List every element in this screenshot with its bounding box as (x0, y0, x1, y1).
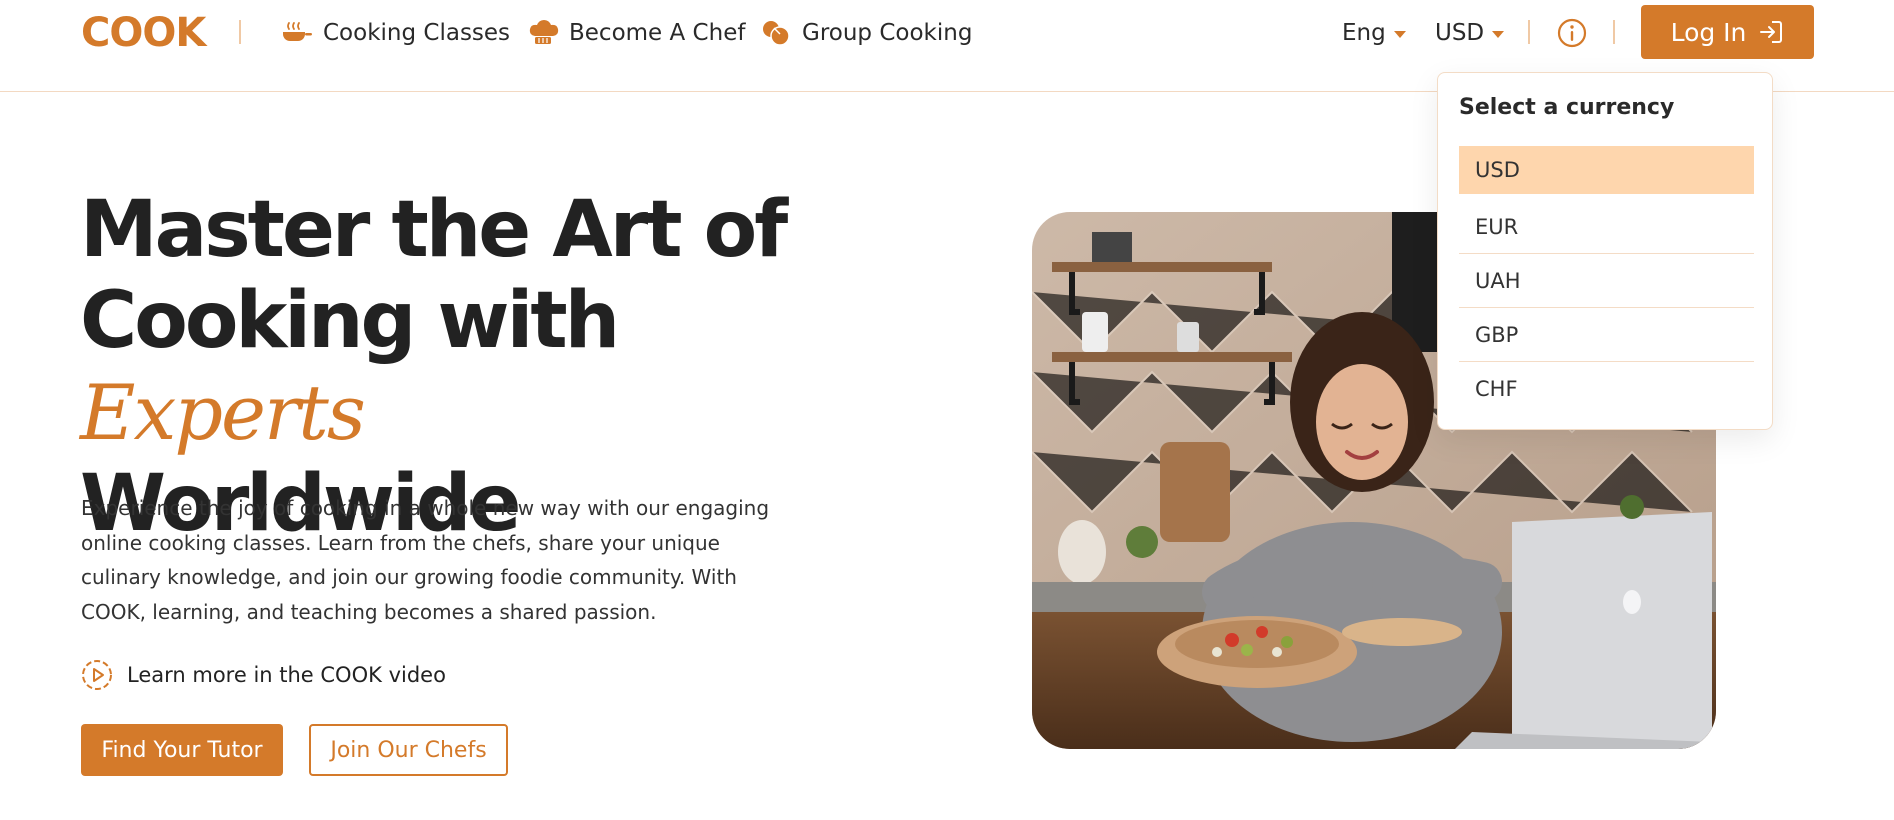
hero-description: Experience the joy of cooking in a whole… (81, 496, 770, 624)
currency-options: USD EUR UAH GBP CHF (1459, 146, 1754, 416)
nav-label: Group Cooking (802, 20, 973, 46)
currency-option-chf[interactable]: CHF (1459, 362, 1754, 416)
language-dropdown[interactable]: Eng (1342, 18, 1406, 48)
currency-dropdown-toggle[interactable]: USD (1435, 18, 1505, 48)
ingredients-icon (763, 21, 790, 46)
login-button[interactable]: Log In (1641, 5, 1814, 59)
currency-option-eur[interactable]: EUR (1459, 200, 1754, 254)
video-link[interactable]: Learn more in the COOK video (81, 659, 446, 691)
join-chefs-button[interactable]: Join Our Chefs (309, 724, 508, 776)
currency-label: USD (1435, 20, 1485, 46)
nav-become-a-chef[interactable]: Become A Chef (527, 18, 745, 48)
logo[interactable]: COOK (81, 10, 206, 56)
headline-line-2: Cooking with Experts (80, 276, 840, 459)
video-link-label: Learn more in the COOK video (127, 663, 446, 687)
currency-dropdown-menu: Select a currency USD EUR UAH GBP CHF (1437, 72, 1773, 430)
chef-hat-icon (529, 20, 559, 44)
divider (1613, 20, 1615, 44)
currency-option-usd[interactable]: USD (1459, 146, 1754, 194)
nav-label: Become A Chef (569, 20, 746, 46)
login-icon (1760, 21, 1783, 43)
headline-accent: Experts (80, 368, 366, 457)
find-tutor-button[interactable]: Find Your Tutor (81, 724, 283, 776)
currency-option-gbp[interactable]: GBP (1459, 308, 1754, 362)
nav-cooking-classes[interactable]: Cooking Classes (281, 18, 510, 48)
info-icon[interactable] (1556, 17, 1588, 49)
divider (239, 20, 241, 44)
headline-line-2-start: Cooking with (80, 276, 620, 366)
currency-option-uah[interactable]: UAH (1459, 254, 1754, 308)
chevron-down-icon (1393, 31, 1406, 38)
nav-label: Cooking Classes (323, 20, 511, 46)
currency-dropdown-title: Select a currency (1459, 95, 1675, 120)
divider (1528, 20, 1530, 44)
nav-group-cooking[interactable]: Group Cooking (760, 18, 972, 48)
pan-icon (283, 22, 312, 41)
language-label: Eng (1342, 20, 1386, 46)
play-icon (82, 660, 112, 690)
chevron-down-icon (1492, 31, 1505, 38)
headline-line-1: Master the Art of (80, 185, 788, 275)
login-label: Log In (1670, 17, 1747, 47)
